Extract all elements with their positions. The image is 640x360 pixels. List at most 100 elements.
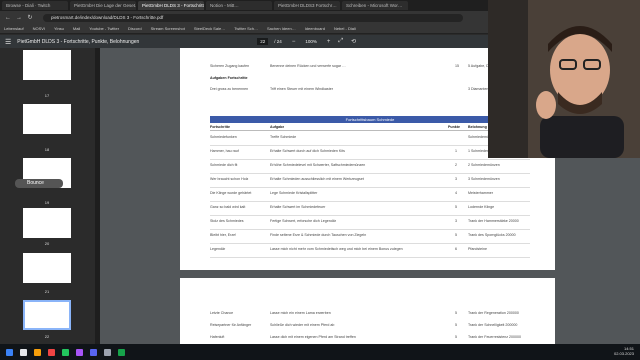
cell-task: Aufgaben Fortschritte bbox=[210, 76, 248, 80]
bookmark[interactable]: Nebel - Diali bbox=[334, 26, 356, 31]
browser-tab[interactable]: Browse - Diali · Twitch bbox=[2, 1, 68, 10]
cell-task: Bleibt hier, Erze! bbox=[210, 233, 237, 237]
cell-task: Hafenluft bbox=[210, 335, 225, 339]
table-row: Hafenluft Lasse dich mit einem eigenen P… bbox=[210, 334, 530, 343]
browser-tab-active[interactable]: PietGmbH DLDS 3 - Fortschritte… bbox=[138, 1, 204, 10]
cell-desc: Schließe dich wieder mit einem Pferd ab bbox=[270, 323, 335, 327]
bookmark[interactable]: Sachen Ideen… bbox=[267, 26, 296, 31]
cell-pts: 5 bbox=[455, 205, 457, 209]
bookmark[interactable]: Youtube - Twitter bbox=[89, 26, 119, 31]
bookmark[interactable]: Yinsu bbox=[54, 26, 64, 31]
explorer-icon[interactable] bbox=[34, 348, 41, 356]
cell-task: Schmiede dich fit bbox=[210, 163, 238, 167]
app-icon[interactable] bbox=[76, 348, 83, 356]
table-row: Ganz so bald wird kalt Erhalte Schwert im… bbox=[210, 204, 530, 213]
table-row: Sicheren Zugang kaufen Benenne deinen Rü… bbox=[210, 63, 530, 72]
header-cell: Belohnung bbox=[468, 125, 487, 129]
page-thumbnail[interactable] bbox=[23, 208, 71, 238]
bookmark[interactable]: NOSVI bbox=[33, 26, 45, 31]
thumbnail-label: 22 bbox=[44, 334, 50, 339]
cell-desc: Triff einen Steuer mit einem Windkaster bbox=[270, 87, 333, 91]
cell-task: Reisepartner für Anfänger bbox=[210, 323, 252, 327]
thumbnail-label: 21 bbox=[44, 289, 50, 294]
bookmark[interactable]: Discord bbox=[128, 26, 142, 31]
app-icon[interactable] bbox=[48, 348, 55, 356]
cell-reward: Meisterhammer bbox=[468, 191, 493, 195]
forward-icon[interactable]: → bbox=[15, 14, 23, 22]
clock-date: 02.03.2023 bbox=[613, 351, 634, 356]
cell-task: Legendär bbox=[210, 247, 226, 251]
table-row: Wer braucht schon Holz Erhalte Schmieden … bbox=[210, 176, 530, 185]
cell-task: Letzte Chance bbox=[210, 311, 234, 315]
browser-tab[interactable]: PietGmbH DLDS3 Fortschr… bbox=[274, 1, 340, 10]
reload-icon[interactable]: ↻ bbox=[26, 14, 34, 22]
bookmark[interactable]: Mail bbox=[73, 26, 80, 31]
table-row: Letzte Chance Lasse mich ein einem Lama … bbox=[210, 310, 530, 319]
browser-tab[interactable]: Schreiben - Microsoft Wor… bbox=[342, 1, 408, 10]
cell-reward: Trank der Feuerresistenz 200000 bbox=[468, 335, 522, 339]
thumbnail-sidebar: 17 18 19 20 21 22 bbox=[0, 48, 95, 344]
back-icon[interactable]: ← bbox=[4, 14, 12, 22]
app-icon[interactable] bbox=[118, 348, 125, 356]
row-divider bbox=[210, 243, 530, 244]
cell-desc: Erhalte Schwert im Schmiedefeuer bbox=[270, 205, 326, 209]
cell-points: 5 bbox=[455, 335, 457, 339]
cell-desc: Lasse dich mit einem eigenen Pferd am St… bbox=[270, 335, 356, 339]
menu-icon[interactable]: ☰ bbox=[5, 38, 11, 46]
table-row: Schmiede dich fit Erhöhe Schmiedelevel mi… bbox=[210, 162, 530, 171]
cell-pts: 1 bbox=[455, 149, 457, 153]
rotate-icon[interactable]: ⟲ bbox=[351, 38, 356, 45]
cell-reward: Trank der Hammerstärke 20000 bbox=[468, 219, 519, 223]
page-thumbnail[interactable] bbox=[23, 50, 71, 80]
page-thumbnail-selected[interactable] bbox=[23, 300, 71, 330]
search-icon[interactable] bbox=[20, 348, 27, 356]
bookmark[interactable]: SteelDeck Sale… bbox=[194, 26, 225, 31]
cell-desc: Fertige Schwert, erforsche dich Legendär bbox=[270, 219, 336, 223]
table-row: Schmiedefunken Treffe Schmiede Schmiedemün… bbox=[210, 134, 530, 143]
row-divider bbox=[210, 187, 530, 188]
page-thumbnail[interactable] bbox=[23, 253, 71, 283]
table-row: Die Klinge wurde gehärtet Lege Schmiede K… bbox=[210, 190, 530, 199]
cell-desc: Erhöhe Schmiedelevel mit Schwerter, Saft… bbox=[270, 163, 366, 167]
thumbnail-label: 17 bbox=[44, 93, 50, 98]
discord-icon[interactable] bbox=[90, 348, 97, 356]
bookmark[interactable]: Twitter Sch… bbox=[234, 26, 258, 31]
zoom-out-icon[interactable]: − bbox=[292, 39, 296, 45]
app-icon[interactable] bbox=[104, 348, 111, 356]
system-clock[interactable]: 14:51 02.03.2023 bbox=[614, 346, 634, 356]
bookmark[interactable]: Stream Screenshot bbox=[151, 26, 185, 31]
follower-badge: Bounce bbox=[15, 179, 63, 188]
chrome-icon[interactable] bbox=[62, 348, 69, 356]
cell-desc: Finde seltene Erze & Schmiede durch Taus… bbox=[270, 233, 367, 237]
streamer-image bbox=[488, 0, 640, 158]
url-input[interactable]: pietrosmart.de/index/download/DLDS 3 - F… bbox=[43, 13, 463, 22]
bookmark[interactable]: Ideenboard bbox=[305, 26, 325, 31]
page-number-input[interactable]: 22 bbox=[257, 38, 269, 45]
zoom-level[interactable]: 100% bbox=[305, 39, 317, 44]
cell-pts: 6 bbox=[455, 247, 457, 251]
windows-icon[interactable] bbox=[6, 348, 13, 356]
cell-task: Ganz so bald wird kalt bbox=[210, 205, 246, 209]
table-row: Bleibt hier, Erze! Finde seltene Erze & S… bbox=[210, 232, 530, 241]
cell-pts: 3 bbox=[455, 177, 457, 181]
thumbnail-label: 18 bbox=[44, 147, 50, 152]
cell-desc: Treffe Schmiede bbox=[270, 135, 297, 139]
table-header: Fortschritte Aufgabe Punkte Belohnung bbox=[210, 124, 530, 131]
browser-tab[interactable]: PietGmbH Die Lage der Geset… bbox=[70, 1, 136, 10]
cell-pts: 4 bbox=[455, 191, 457, 195]
page-thumbnail[interactable] bbox=[23, 104, 71, 134]
cell-pts: 5 bbox=[455, 233, 457, 237]
bookmark[interactable]: Lebenslauf bbox=[4, 26, 24, 31]
row-divider bbox=[210, 201, 530, 202]
browser-tab[interactable]: Notion - Mitt… bbox=[206, 1, 272, 10]
taskbar: 14:51 02.03.2023 bbox=[0, 344, 640, 360]
cell-task: Schmiedefunken bbox=[210, 135, 237, 139]
cell-pts: 2 bbox=[455, 163, 457, 167]
cell-reward: Lodernde Klinge bbox=[468, 205, 495, 209]
fit-page-icon[interactable]: ⤢ bbox=[338, 38, 343, 45]
header-cell: Aufgabe bbox=[270, 125, 285, 129]
cell-points: 5 bbox=[455, 311, 457, 315]
row-divider bbox=[210, 173, 530, 174]
table-row: Drei gross zu benennen Triff einen Steue… bbox=[210, 86, 530, 95]
zoom-in-icon[interactable]: + bbox=[327, 39, 331, 45]
